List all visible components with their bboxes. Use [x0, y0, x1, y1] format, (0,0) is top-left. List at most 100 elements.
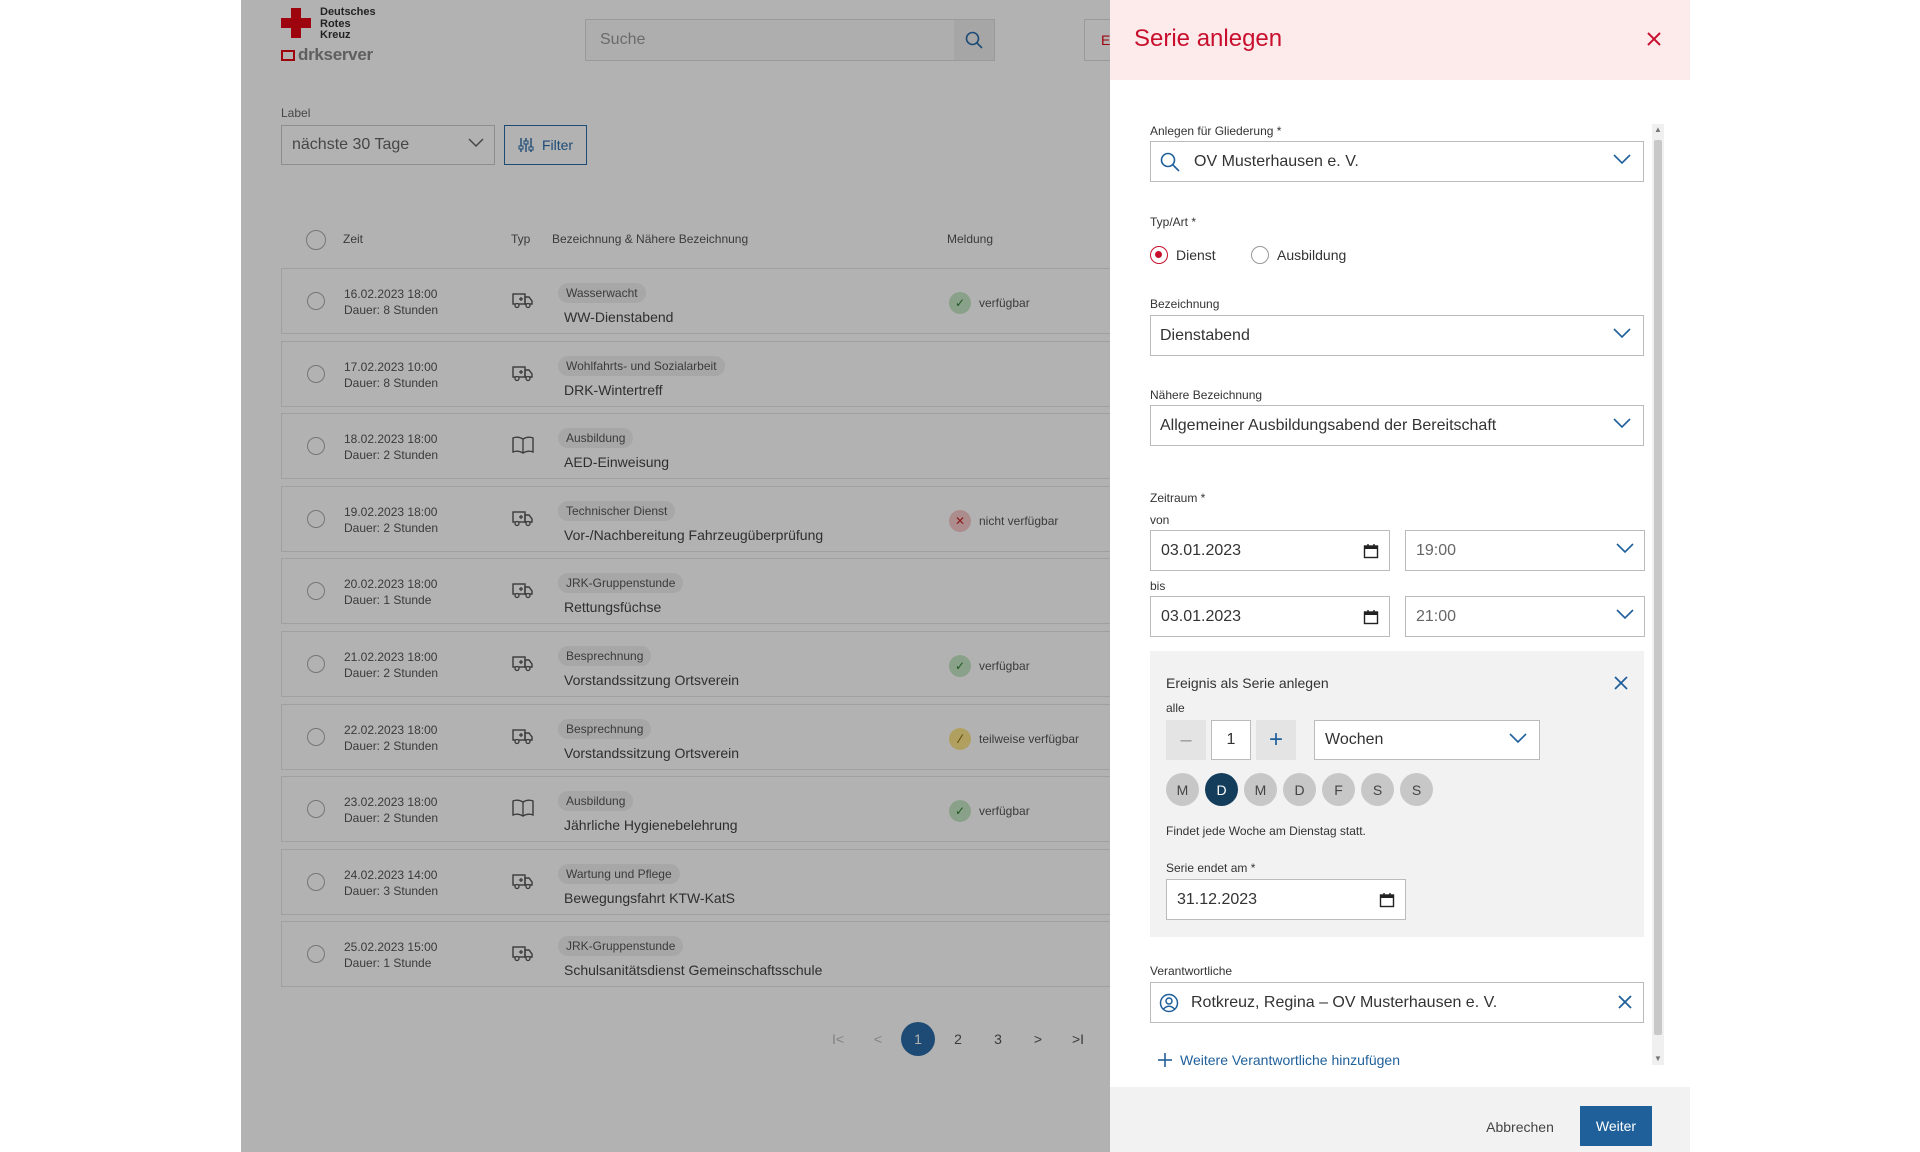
table-row[interactable]: 22.02.2023 18:00 Dauer: 2 Stunden Besprech… — [281, 703, 1161, 770]
remove-series-button[interactable] — [1613, 675, 1631, 693]
row-select-radio[interactable] — [307, 727, 325, 746]
table-row[interactable]: 19.02.2023 18:00 Dauer: 2 Stunden Technisc… — [281, 485, 1161, 552]
series-end-date-input[interactable]: 31.12.2023 — [1166, 879, 1406, 920]
table-row[interactable]: 16.02.2023 18:00 Dauer: 8 Stunden Wasserwa… — [281, 268, 1161, 334]
row-name[interactable]: Rettungsfüchse — [564, 599, 661, 615]
event-rows: 16.02.2023 18:00 Dauer: 8 Stunden Wasserwa… — [281, 268, 1161, 994]
weekday-mon[interactable]: M — [1166, 773, 1199, 806]
table-row[interactable]: 23.02.2023 18:00 Dauer: 2 Stunden Ausbildu… — [281, 776, 1161, 843]
type-option-dienst[interactable]: Dienst — [1150, 246, 1216, 264]
radio-selected[interactable] — [1150, 246, 1168, 264]
interval-input[interactable]: 1 — [1211, 720, 1251, 760]
page-prev-button[interactable]: < — [861, 1022, 895, 1056]
row-status: ✕ nicht verfügbar — [949, 509, 1058, 532]
weekday-fri[interactable]: F — [1322, 773, 1355, 806]
col-time: Zeit — [343, 232, 364, 246]
search-input[interactable] — [586, 20, 956, 60]
table-row[interactable]: 24.02.2023 14:00 Dauer: 3 Stunden Wartung … — [281, 848, 1161, 915]
calendar-icon[interactable] — [1363, 543, 1379, 559]
row-date: 21.02.2023 18:00 — [344, 649, 438, 664]
user-circle-icon — [1159, 993, 1179, 1012]
weekday-tue[interactable]: D — [1205, 773, 1238, 806]
responsible-label: Verantwortliche — [1150, 964, 1233, 978]
page-next-button[interactable]: > — [1021, 1022, 1055, 1056]
product-name: drkserver — [281, 45, 373, 65]
row-duration: Dauer: 2 Stunden — [344, 738, 439, 753]
scroll-down-icon[interactable]: ▼ — [1652, 1053, 1664, 1065]
row-date: 18.02.2023 18:00 — [344, 432, 438, 447]
row-status: ✓ verfügbar — [949, 800, 1030, 823]
table-row[interactable]: 20.02.2023 18:00 Dauer: 1 Stunde JRK-Grupp… — [281, 558, 1161, 625]
from-time-select[interactable]: 19:00 — [1405, 530, 1645, 571]
increment-button[interactable]: + — [1256, 720, 1296, 760]
calendar-icon[interactable] — [1363, 609, 1379, 625]
row-date: 23.02.2023 18:00 — [344, 795, 438, 810]
page-first-button[interactable]: I< — [821, 1022, 855, 1056]
table-row[interactable]: 17.02.2023 10:00 Dauer: 8 Stunden Wohlfahr… — [281, 340, 1161, 407]
truck-icon — [512, 291, 534, 309]
weekday-thu[interactable]: D — [1283, 773, 1316, 806]
filter-button[interactable]: Filter — [504, 125, 587, 165]
product-label: drkserver — [298, 45, 373, 64]
logo-line-1: Deutsches — [320, 6, 376, 18]
row-select-radio[interactable] — [307, 872, 325, 891]
row-name[interactable]: Vorstandssitzung Ortsverein — [564, 672, 739, 688]
table-row[interactable]: 21.02.2023 18:00 Dauer: 2 Stunden Besprech… — [281, 630, 1161, 697]
table-header: Zeit Typ Bezeichnung & Nähere Bezeichnun… — [281, 222, 1161, 262]
designation-select[interactable]: Dienstabend — [1150, 315, 1644, 356]
row-select-radio[interactable] — [307, 800, 325, 819]
row-select-radio[interactable] — [307, 582, 325, 601]
row-name[interactable]: Jährliche Hygienebelehrung — [564, 817, 738, 833]
clear-icon[interactable] — [1617, 994, 1633, 1010]
type-option-ausbildung[interactable]: Ausbildung — [1251, 246, 1346, 264]
row-select-radio[interactable] — [307, 437, 325, 456]
page-1-button[interactable]: 1 — [901, 1022, 935, 1056]
row-name[interactable]: WW-Dienstabend — [564, 309, 673, 325]
calendar-icon[interactable] — [1379, 892, 1395, 908]
row-select-radio[interactable] — [307, 509, 325, 528]
radio-unselected[interactable] — [1251, 246, 1269, 264]
status-ok-icon: ✓ — [949, 292, 971, 314]
table-row[interactable]: 18.02.2023 18:00 Dauer: 2 Stunden Ausbildu… — [281, 413, 1161, 480]
page-3-button[interactable]: 3 — [981, 1022, 1015, 1056]
next-button[interactable]: Weiter — [1580, 1106, 1652, 1146]
to-time-select[interactable]: 21:00 — [1405, 596, 1645, 637]
row-name[interactable]: AED-Einweisung — [564, 454, 669, 470]
row-name[interactable]: Vorstandssitzung Ortsverein — [564, 745, 739, 761]
row-select-radio[interactable] — [307, 292, 325, 310]
table-row[interactable]: 25.02.2023 15:00 Dauer: 1 Stunde JRK-Grupp… — [281, 921, 1161, 988]
detail-label: Nähere Bezeichnung — [1150, 388, 1263, 402]
scrollbar-thumb[interactable] — [1654, 140, 1662, 1035]
page-2-button[interactable]: 2 — [941, 1022, 975, 1056]
cancel-button[interactable]: Abbrechen — [1475, 1108, 1565, 1146]
row-name[interactable]: Bewegungsfahrt KTW-KatS — [564, 890, 735, 906]
scroll-up-icon[interactable]: ▲ — [1652, 124, 1664, 136]
interval-unit-select[interactable]: Wochen — [1314, 720, 1540, 760]
responsible-value: Rotkreuz, Regina – OV Musterhausen e. V. — [1191, 993, 1498, 1011]
decrement-button[interactable]: – — [1166, 720, 1206, 760]
close-drawer-button[interactable] — [1642, 27, 1666, 51]
add-responsible-button[interactable]: Weitere Verantwortliche hinzufügen — [1158, 1052, 1400, 1068]
row-select-radio[interactable] — [307, 654, 325, 673]
row-name[interactable]: Vor-/Nachbereitung Fahrzeugüberprüfung — [564, 527, 823, 543]
row-select-radio[interactable] — [307, 945, 325, 964]
page-last-button[interactable]: >I — [1061, 1022, 1095, 1056]
from-date-input[interactable]: 03.01.2023 — [1150, 530, 1390, 571]
range-select[interactable]: nächste 30 Tage — [281, 125, 495, 165]
row-name[interactable]: DRK-Wintertreff — [564, 382, 663, 398]
from-time-value: 19:00 — [1416, 541, 1457, 559]
responsible-field[interactable]: Rotkreuz, Regina – OV Musterhausen e. V. — [1150, 982, 1644, 1023]
search-button[interactable] — [954, 20, 994, 60]
weekday-sun[interactable]: S — [1400, 773, 1433, 806]
range-select-value: nächste 30 Tage — [292, 136, 410, 153]
select-all-radio[interactable] — [306, 230, 326, 250]
weekday-wed[interactable]: M — [1244, 773, 1277, 806]
detail-select[interactable]: Allgemeiner Ausbildungsabend der Bereits… — [1150, 405, 1644, 446]
to-date-input[interactable]: 03.01.2023 — [1150, 596, 1390, 637]
drawer-scrollbar[interactable]: ▲ ▼ — [1652, 124, 1664, 1065]
row-name[interactable]: Schulsanitätsdienst Gemeinschaftsschule — [564, 962, 822, 978]
col-status: Meldung — [947, 232, 994, 246]
org-select[interactable]: OV Musterhausen e. V. — [1150, 141, 1644, 182]
weekday-sat[interactable]: S — [1361, 773, 1394, 806]
row-select-radio[interactable] — [307, 364, 325, 383]
